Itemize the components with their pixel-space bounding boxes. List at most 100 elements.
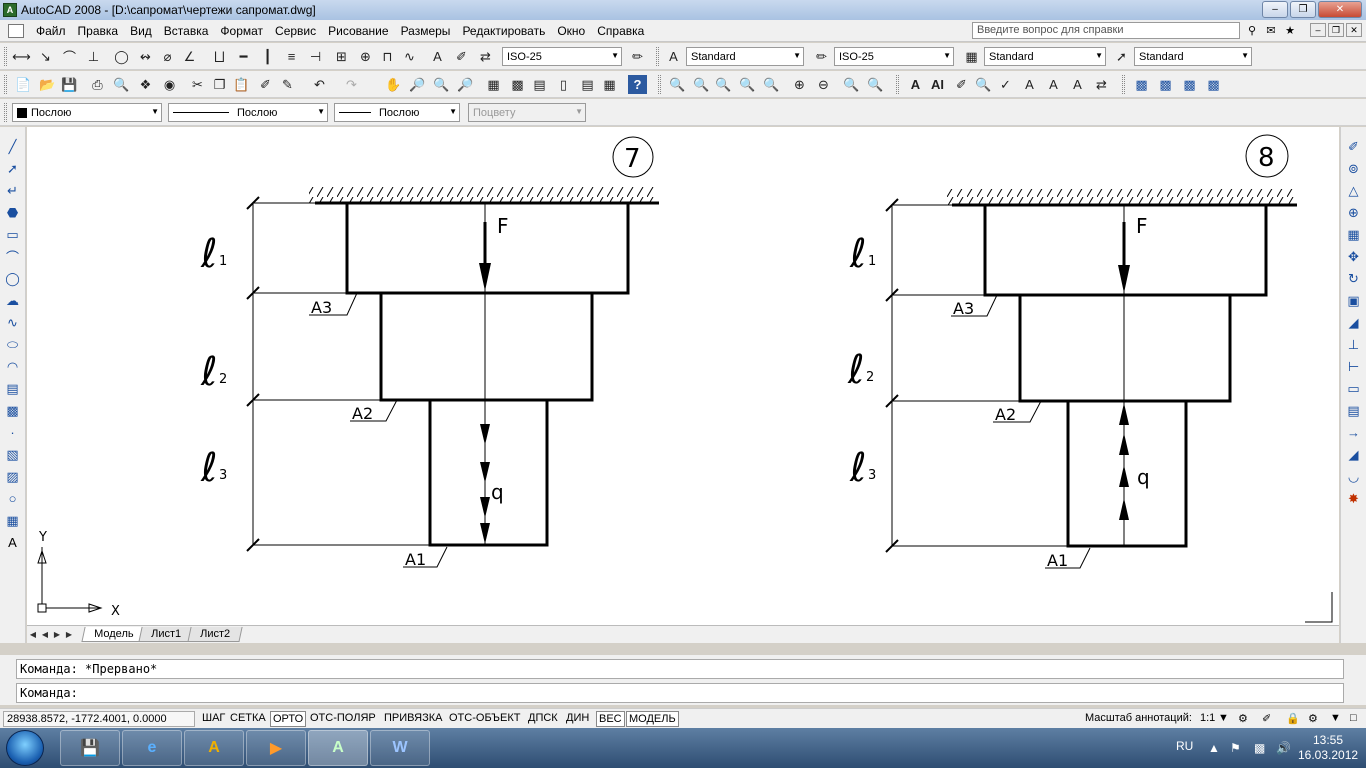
tray-settings-icon[interactable]: ⚙ — [1306, 711, 1320, 727]
dimension-text-edit-icon[interactable]: ✐ — [452, 47, 471, 66]
drawing-area[interactable]: 7 F q ℓ 1 ℓ 2 ℓ 3 A3 A2 A1 8 F q ℓ 1 ℓ 2… — [27, 127, 1339, 625]
taskbar-autocad-window-icon[interactable]: A — [308, 730, 368, 766]
aligned-dimension-icon[interactable]: ↘ — [36, 47, 55, 66]
search-icon[interactable]: ⚲ — [1244, 22, 1260, 38]
toolbar-grip[interactable] — [896, 75, 899, 94]
taskbar-autocad-launcher-icon[interactable]: A — [184, 730, 244, 766]
copy-icon[interactable]: ❐ — [210, 75, 229, 94]
multiline-text-tool-icon[interactable]: A — [3, 533, 22, 552]
zoom-all-icon[interactable]: 🔍 — [842, 75, 861, 94]
object-snap-tracking-toggle[interactable]: ОТС-ОБЪЕКТ — [447, 711, 522, 727]
extend-icon[interactable]: ⊢ — [1344, 357, 1363, 376]
tray-expand-icon[interactable]: ▲ — [1208, 741, 1220, 755]
chevron-down-icon[interactable]: ▼ — [1328, 711, 1343, 727]
table-icon[interactable]: ▦ — [3, 511, 22, 530]
dim-style-icon[interactable]: ✏ — [812, 47, 831, 66]
figure-7-segment-1[interactable] — [345, 201, 630, 295]
tray-network-icon[interactable]: ▩ — [1254, 741, 1265, 755]
spell-check-icon[interactable]: ✓ — [996, 75, 1015, 94]
taskbar-word-icon[interactable]: W — [370, 730, 430, 766]
menu-draw[interactable]: Рисование — [322, 24, 394, 38]
break-at-point-icon[interactable]: ▭ — [1344, 379, 1363, 398]
properties-icon[interactable]: ▦ — [484, 75, 503, 94]
spline-icon[interactable]: ∿ — [3, 313, 22, 332]
toolbar-grip[interactable] — [658, 75, 661, 94]
explode-icon[interactable]: ✸ — [1344, 489, 1363, 508]
sheet-set-icon[interactable]: ▯ — [554, 75, 573, 94]
arc-length-icon[interactable]: ⌒ — [60, 47, 79, 66]
close-button[interactable]: ✕ — [1318, 1, 1362, 18]
figure-7[interactable]: 7 F q ℓ 1 ℓ 2 ℓ 3 A3 A2 A1 — [200, 136, 659, 569]
annotation-scale-select[interactable]: 1:1 — [1198, 711, 1217, 727]
multileader-style-icon[interactable]: ➚ — [1112, 47, 1131, 66]
single-line-text-icon[interactable]: AI — [928, 75, 947, 94]
make-block-icon[interactable]: ▩ — [3, 401, 22, 420]
tolerance-icon[interactable]: ⊞ — [332, 47, 351, 66]
auto-scale-icon[interactable]: ✐ — [1260, 711, 1273, 727]
design-center-icon[interactable]: ▩ — [508, 75, 527, 94]
command-input[interactable]: Команда: — [16, 683, 1344, 703]
find-text-icon[interactable]: 🔍 — [974, 75, 993, 94]
dynamic-input-toggle[interactable]: ДИН — [564, 711, 591, 727]
dimension-style-select[interactable]: ISO-25 ▼ — [502, 47, 622, 66]
doc-restore-button[interactable]: ❐ — [1328, 23, 1344, 37]
mirror-icon[interactable]: △ — [1344, 181, 1363, 200]
communication-icon[interactable]: ✉ — [1263, 22, 1279, 38]
justify-text-icon[interactable]: A — [1068, 75, 1087, 94]
text-style-icon[interactable]: A — [664, 47, 683, 66]
3d-dwf-icon[interactable]: ◉ — [160, 75, 179, 94]
zoom-window-icon[interactable]: 🔍 — [432, 75, 451, 94]
dimension-space-icon[interactable]: ≡ — [282, 47, 301, 66]
document-icon[interactable] — [8, 23, 24, 38]
lineweight-select[interactable]: Послою ▼ — [334, 103, 460, 122]
menu-insert[interactable]: Вставка — [158, 24, 215, 38]
pan-icon[interactable]: ✋ — [384, 75, 403, 94]
taskbar-ie-icon[interactable]: e — [122, 730, 182, 766]
baseline-dimension-icon[interactable]: ━ — [234, 47, 253, 66]
restore-button[interactable]: ❐ — [1290, 1, 1316, 18]
model-space-toggle[interactable]: МОДЕЛЬ — [626, 711, 679, 727]
figure-7-segment-2[interactable] — [379, 291, 594, 402]
markup-icon[interactable]: ▤ — [578, 75, 597, 94]
doc-close-button[interactable]: ✕ — [1346, 23, 1362, 37]
ordinate-dimension-icon[interactable]: ⊥ — [84, 47, 103, 66]
chamfer-icon[interactable]: ◢ — [1344, 445, 1363, 464]
fillet-icon[interactable]: ◡ — [1344, 467, 1363, 486]
figure-8[interactable]: 8 F q ℓ 1 ℓ 2 ℓ 3 A3 A2 A1 — [847, 134, 1297, 570]
star-icon[interactable]: ★ — [1282, 22, 1298, 38]
zoom-previous-icon[interactable]: 🔎 — [456, 75, 475, 94]
tab-layout2[interactable]: Лист2 — [186, 627, 243, 642]
toolbar-grip[interactable] — [656, 47, 659, 66]
tab-layout1[interactable]: Лист1 — [138, 627, 195, 642]
coordinates-readout[interactable]: 28938.8572, -1772.4001, 0.0000 — [3, 711, 195, 727]
toolbar-grip[interactable] — [1122, 75, 1125, 94]
ellipse-arc-icon[interactable]: ◠ — [3, 357, 22, 376]
clock[interactable]: 13:55 16.03.2012 — [1298, 733, 1358, 763]
rotate-icon[interactable]: ↻ — [1344, 269, 1363, 288]
next-tab-arrow-icon[interactable]: ▶ — [51, 628, 63, 641]
match-properties-icon[interactable]: ✐ — [256, 75, 275, 94]
save-icon[interactable]: 💾 — [60, 75, 79, 94]
print-icon[interactable]: ⎙ — [88, 75, 107, 94]
center-mark-icon[interactable]: ⊕ — [356, 47, 375, 66]
zoom-extents-icon[interactable]: 🔍 — [866, 75, 885, 94]
radius-dimension-icon[interactable]: ◯ — [112, 47, 131, 66]
text-style-select[interactable]: Standard ▼ — [686, 47, 804, 66]
publish-icon[interactable]: ❖ — [136, 75, 155, 94]
toolbar-grip[interactable] — [4, 47, 7, 66]
jogged-dimension-icon[interactable]: ↭ — [136, 47, 155, 66]
help-search-input[interactable]: Введите вопрос для справки — [972, 22, 1240, 39]
tool-palettes-icon[interactable]: ▤ — [530, 75, 549, 94]
circle-icon[interactable]: ◯ — [3, 269, 22, 288]
arc-icon[interactable]: ⌒ — [3, 247, 22, 266]
zoom-out-icon[interactable]: ⊖ — [814, 75, 833, 94]
ellipse-icon[interactable]: ⬭ — [3, 335, 22, 354]
zoom-center-icon[interactable]: 🔍 — [738, 75, 757, 94]
chevron-down-icon[interactable]: ▼ — [1216, 711, 1231, 727]
draw-order-front-icon[interactable]: ▩ — [1132, 75, 1151, 94]
grid-toggle[interactable]: СЕТКА — [228, 711, 268, 727]
prev-tab-arrow-icon[interactable]: ◀ — [39, 628, 51, 641]
zoom-in-icon[interactable]: ⊕ — [790, 75, 809, 94]
doc-minimize-button[interactable]: – — [1310, 23, 1326, 37]
revision-cloud-icon[interactable]: ☁ — [3, 291, 22, 310]
